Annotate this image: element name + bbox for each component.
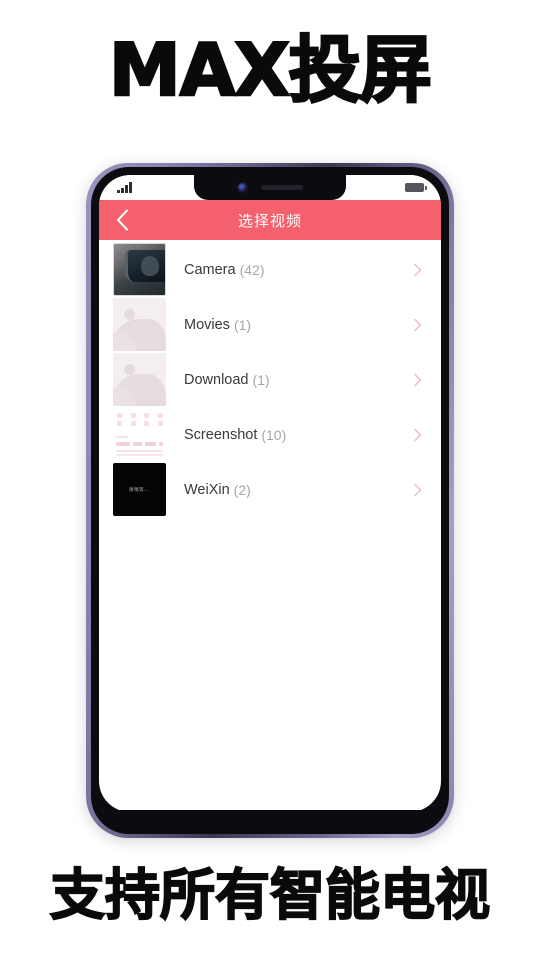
promo-headline-bottom: 支持所有智能电视: [49, 863, 491, 927]
download-folder-thumbnail: [113, 353, 166, 406]
signal-bars-icon: [117, 182, 132, 193]
chevron-right-icon: [411, 483, 425, 497]
earpiece-speaker-icon: [260, 185, 303, 190]
movies-folder-thumbnail: [113, 298, 166, 351]
list-item[interactable]: Camera (42): [99, 242, 441, 297]
folder-count: (1): [252, 371, 270, 388]
thumbnail-caption: 请稍等…: [129, 487, 150, 493]
list-item[interactable]: Download (1): [99, 352, 441, 407]
list-item[interactable]: 请稍等… WeiXin (2): [99, 462, 441, 517]
folder-name: Camera: [184, 261, 236, 278]
folder-name: Screenshot: [184, 426, 258, 443]
folder-count: (10): [261, 426, 287, 443]
folder-name: WeiXin: [184, 481, 230, 498]
page-title: 选择视频: [237, 211, 302, 230]
app-header: 选择视频: [99, 200, 441, 240]
folder-count: (1): [233, 316, 252, 333]
folder-list: Camera (42) Movies (1) Download (1) Scre…: [99, 240, 441, 517]
chevron-left-icon: [116, 209, 128, 231]
weixin-folder-thumbnail: 请稍等…: [113, 463, 166, 516]
folder-name: Movies: [184, 316, 230, 333]
phone-screen: 选择视频 Camera (42) Movies (1) Download (1)…: [99, 175, 441, 812]
phone-mockup: 选择视频 Camera (42) Movies (1) Download (1)…: [86, 163, 454, 838]
folder-count: (42): [239, 261, 265, 278]
chevron-right-icon: [411, 263, 425, 277]
promo-headline-top: MAX投屏: [108, 28, 433, 112]
list-item[interactable]: Movies (1): [99, 297, 441, 352]
phone-bezel: 选择视频 Camera (42) Movies (1) Download (1)…: [91, 167, 449, 834]
screenshot-folder-thumbnail: [113, 408, 166, 461]
chevron-right-icon: [411, 318, 425, 332]
camera-folder-thumbnail: [113, 243, 166, 296]
back-button[interactable]: [109, 207, 135, 233]
phone-notch: [194, 175, 346, 200]
folder-count: (2): [233, 481, 251, 498]
phone-chin: [91, 810, 449, 834]
folder-name: Download: [184, 371, 249, 388]
list-item[interactable]: Screenshot (10): [99, 407, 441, 462]
front-camera-icon: [237, 183, 247, 192]
chevron-right-icon: [411, 428, 425, 442]
battery-icon: [405, 183, 427, 192]
chevron-right-icon: [411, 373, 425, 387]
